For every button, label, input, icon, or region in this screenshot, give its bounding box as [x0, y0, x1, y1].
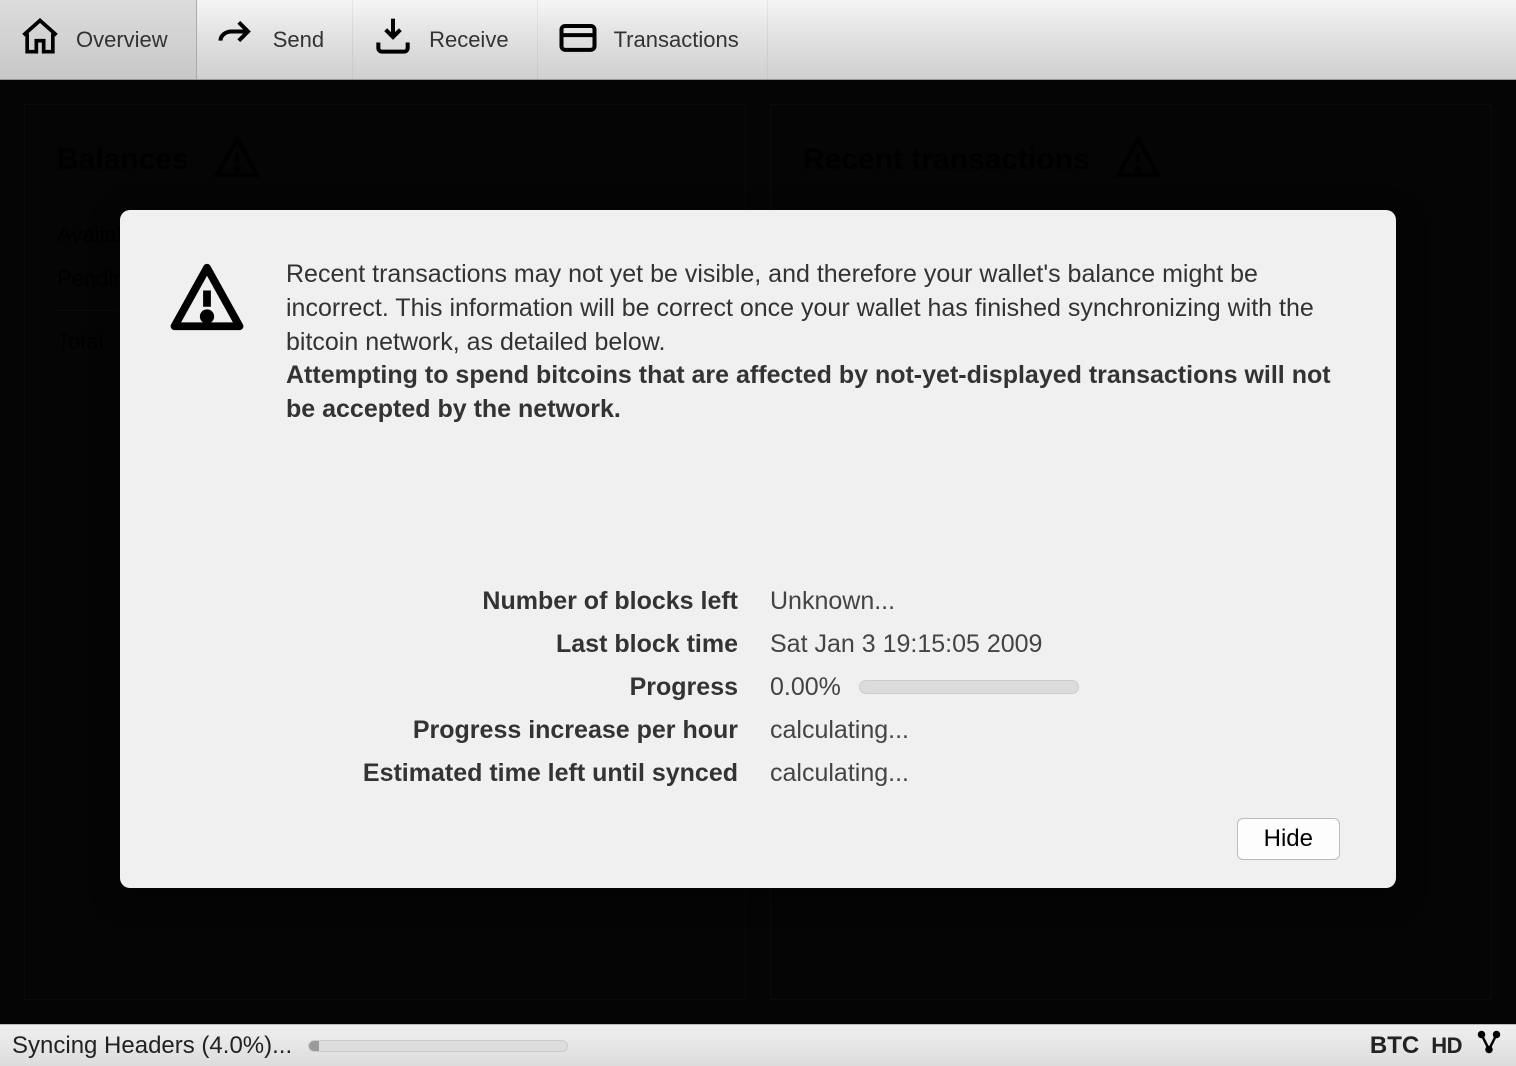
- increase-value: calculating...: [770, 716, 1340, 745]
- sync-warning-text: Recent transactions may not yet be visib…: [286, 258, 1340, 427]
- transactions-icon: [556, 15, 600, 65]
- eta-value: calculating...: [770, 759, 1340, 788]
- blocks-left-value: Unknown...: [770, 587, 1340, 616]
- tab-receive[interactable]: Receive: [353, 0, 537, 79]
- network-icon[interactable]: [1474, 1027, 1504, 1064]
- tab-label: Overview: [76, 27, 168, 53]
- receive-icon: [371, 15, 415, 65]
- status-bar: Syncing Headers (4.0%)... BTC HD: [0, 1024, 1516, 1066]
- status-progress-bar: [308, 1040, 568, 1052]
- status-text: Syncing Headers (4.0%)...: [12, 1032, 292, 1060]
- tab-label: Transactions: [614, 27, 739, 53]
- currency-unit[interactable]: BTC: [1370, 1032, 1419, 1060]
- tab-transactions[interactable]: Transactions: [538, 0, 768, 79]
- tab-label: Send: [273, 27, 324, 53]
- send-icon: [215, 15, 259, 65]
- sync-modal: Recent transactions may not yet be visib…: [120, 210, 1396, 888]
- sync-details: Number of blocks left Unknown... Last bl…: [168, 587, 1340, 788]
- tab-overview[interactable]: Overview: [0, 0, 197, 79]
- last-block-value: Sat Jan 3 19:15:05 2009: [770, 630, 1340, 659]
- tab-label: Receive: [429, 27, 508, 53]
- tab-send[interactable]: Send: [197, 0, 353, 79]
- home-icon: [18, 15, 62, 65]
- progress-bar: [859, 680, 1079, 694]
- warning-icon: [168, 258, 246, 341]
- toolbar: Overview Send Receive Transactions: [0, 0, 1516, 80]
- last-block-label: Last block time: [168, 630, 738, 659]
- progress-label: Progress: [168, 673, 738, 702]
- hide-button[interactable]: Hide: [1237, 818, 1340, 860]
- blocks-left-label: Number of blocks left: [168, 587, 738, 616]
- eta-label: Estimated time left until synced: [168, 759, 738, 788]
- increase-label: Progress increase per hour: [168, 716, 738, 745]
- progress-value: 0.00%: [770, 673, 1340, 702]
- hd-badge[interactable]: HD: [1431, 1033, 1462, 1059]
